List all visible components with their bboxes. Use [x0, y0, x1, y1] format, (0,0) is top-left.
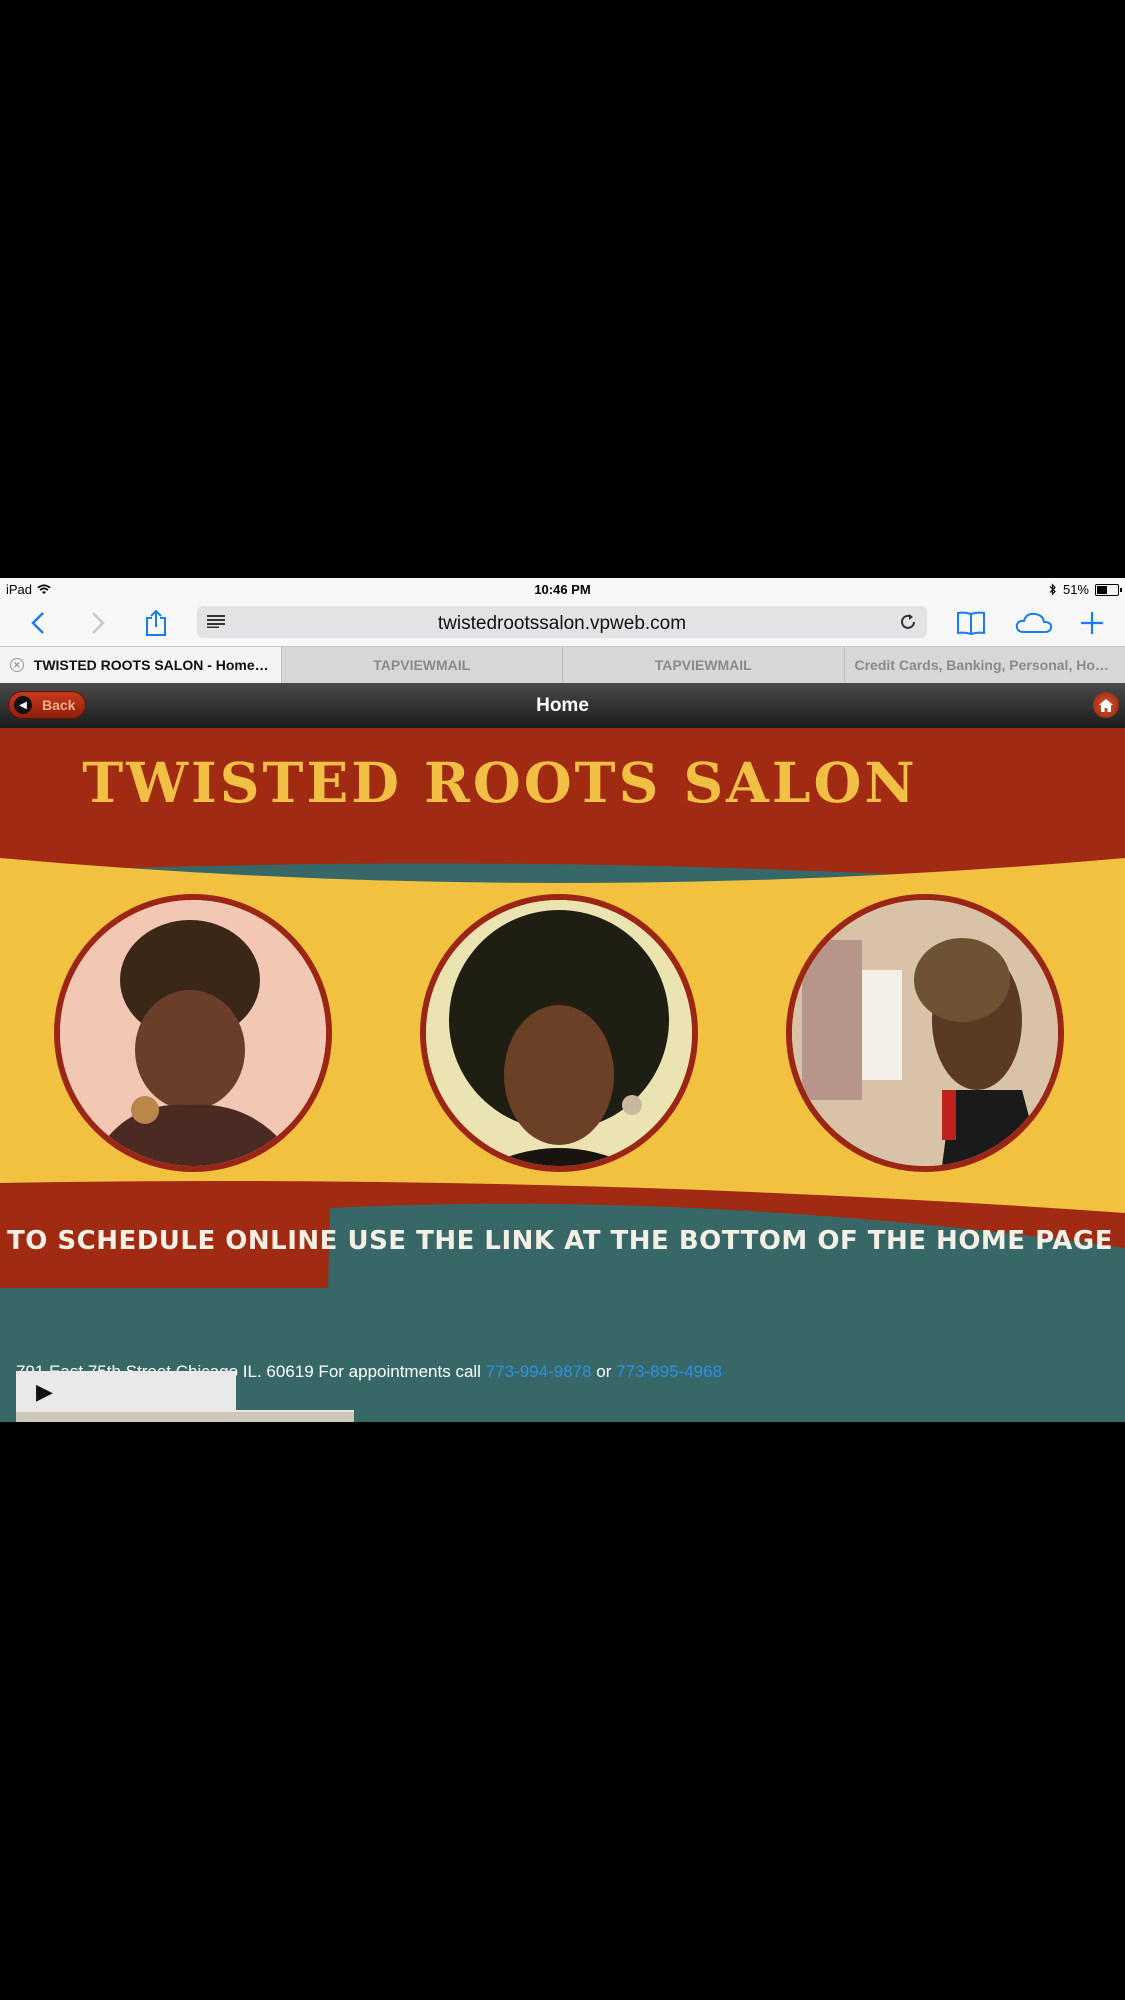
phone-link-2[interactable]: 773-895-4968: [616, 1362, 722, 1381]
status-time: 10:46 PM: [534, 582, 591, 597]
play-icon[interactable]: ▶: [36, 1379, 53, 1405]
hairstyle-photo-1: [54, 894, 332, 1172]
hairstyle-photo-3: [786, 894, 1064, 1172]
back-arrow-icon[interactable]: [22, 608, 54, 638]
salon-title: TWISTED ROOTS SALON: [82, 750, 918, 815]
page-title: Home: [536, 695, 589, 716]
browser-toolbar: twistedrootssalon.vpweb.com: [0, 600, 1125, 646]
or-text: or: [596, 1362, 612, 1381]
reload-icon[interactable]: [897, 611, 919, 633]
tab-credit-cards[interactable]: Credit Cards, Banking, Personal, Hom...: [843, 647, 1125, 683]
schedule-online-text: TO SCHEDULE ONLINE USE THE LINK AT THE B…: [7, 1226, 1114, 1256]
url-text: twistedrootssalon.vpweb.com: [437, 613, 687, 634]
home-button[interactable]: [1093, 692, 1119, 718]
hairstyle-photo-2: [420, 894, 698, 1172]
tab-tapviewmail-2[interactable]: TAPVIEWMAIL: [562, 647, 844, 683]
media-player[interactable]: ▶: [16, 1371, 236, 1413]
site-nav-bar: ◀ Back Home: [0, 683, 1125, 728]
share-icon[interactable]: [140, 608, 172, 638]
phone-link-1[interactable]: 773-994-9878: [486, 1362, 592, 1381]
tab-tapviewmail-1[interactable]: TAPVIEWMAIL: [280, 647, 562, 683]
tab-bar: ✕ TWISTED ROOTS SALON - Home -... TAPVIE…: [0, 646, 1125, 684]
battery-percent: 51%: [1062, 582, 1089, 597]
status-bar: iPad 10:46 PM 51%: [0, 578, 1125, 600]
new-tab-icon[interactable]: [1076, 608, 1108, 638]
battery-icon: [1095, 583, 1122, 596]
bookmarks-icon[interactable]: [955, 608, 987, 638]
salon-banner: TWISTED ROOTS SALON TO SCHEDULE ONLINE U…: [0, 728, 1125, 1422]
address-bar[interactable]: twistedrootssalon.vpweb.com: [197, 606, 927, 638]
image-thumbnail: [16, 1410, 354, 1422]
icloud-tabs-icon[interactable]: [1014, 608, 1054, 638]
forward-arrow-icon[interactable]: [82, 608, 114, 638]
ipad-screen: iPad 10:46 PM 51% twistedrootssalon.vpwe…: [0, 578, 1125, 1422]
bluetooth-icon: [1049, 583, 1056, 596]
close-tab-icon[interactable]: ✕: [10, 658, 24, 672]
tab-twisted-roots[interactable]: ✕ TWISTED ROOTS SALON - Home -...: [0, 647, 281, 683]
home-icon: [1099, 698, 1113, 712]
